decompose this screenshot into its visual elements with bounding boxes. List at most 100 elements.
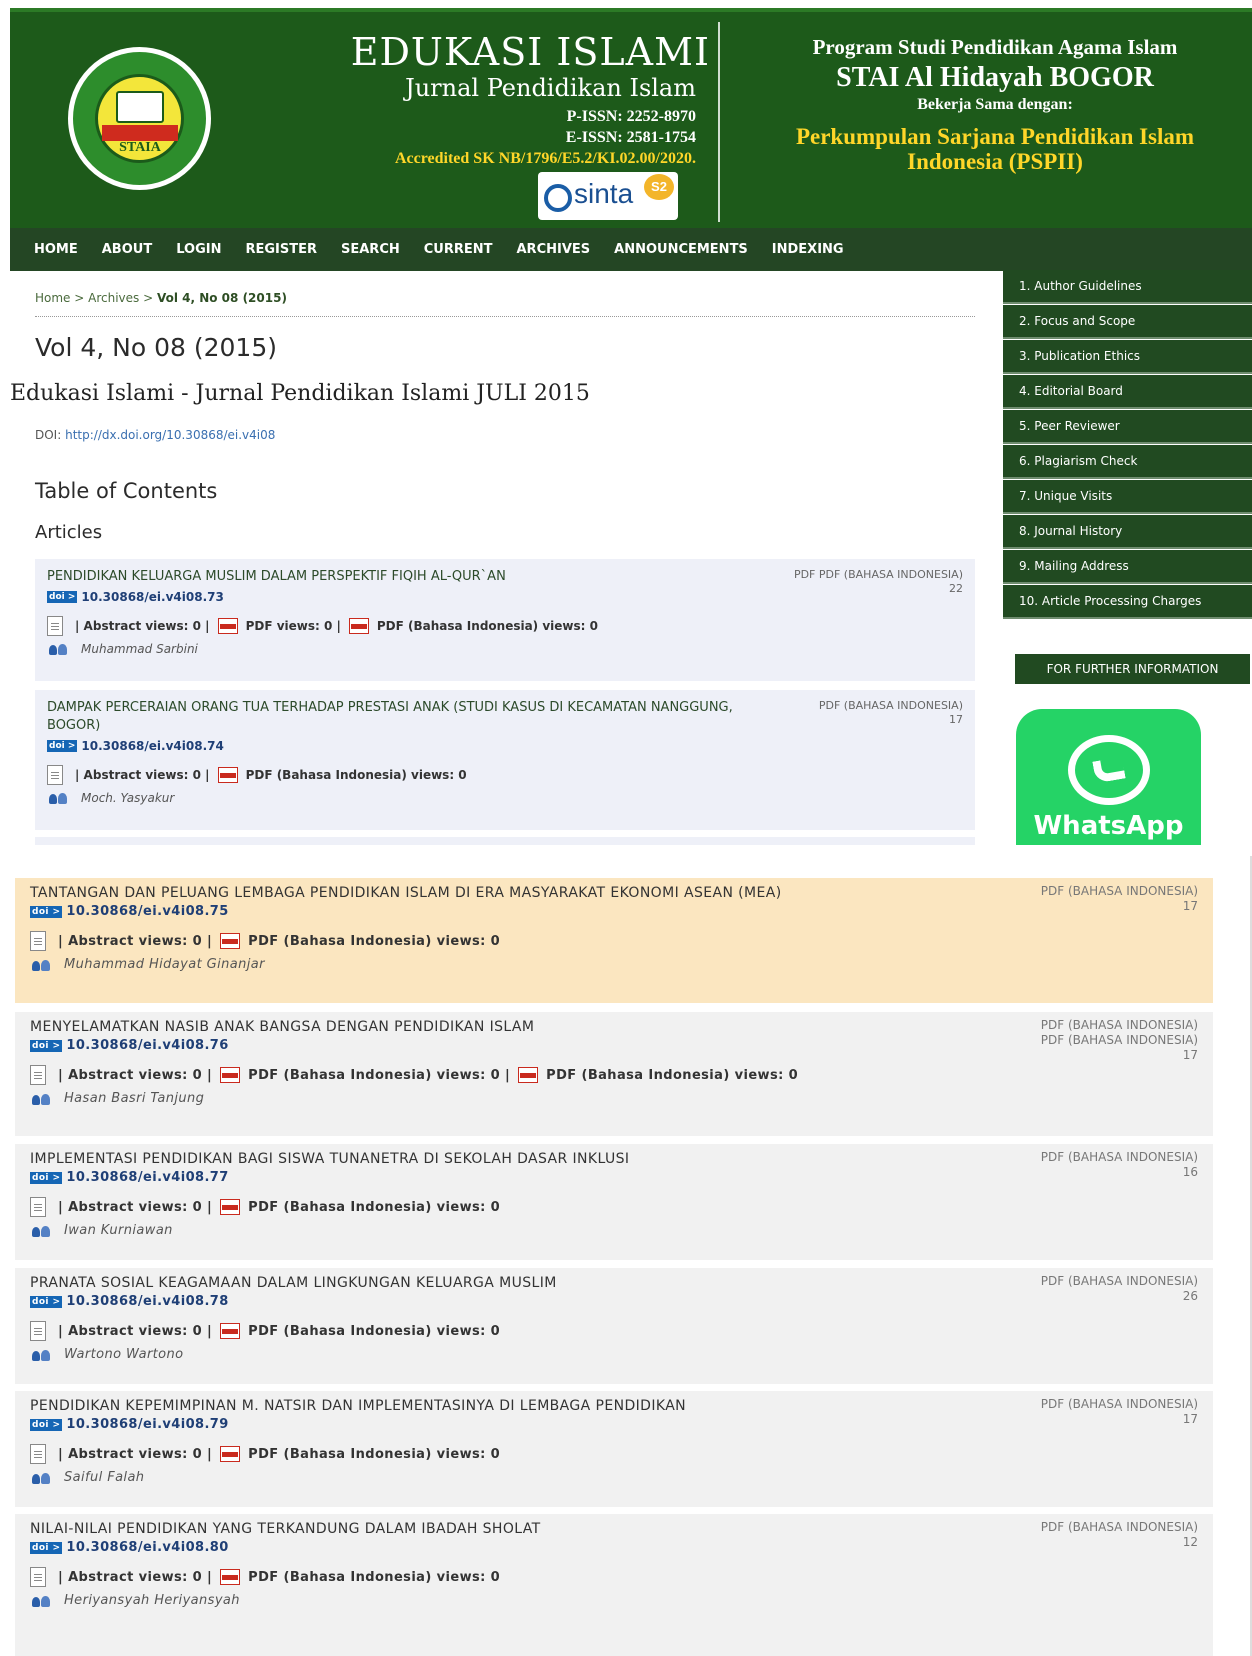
nav-archives[interactable]: ARCHIVES (517, 242, 591, 257)
abstract-icon[interactable] (30, 1197, 46, 1217)
pdf-icon[interactable] (217, 618, 238, 634)
abstract-views: | Abstract views: 0 | (75, 768, 210, 782)
article-doi-link[interactable]: 10.30868/ei.v4i08.79 (66, 1417, 228, 1432)
pdf-icon[interactable] (220, 1446, 241, 1462)
pdf-icon[interactable] (220, 933, 241, 949)
sidebar-item-apc[interactable]: 10. Article Processing Charges (1003, 585, 1252, 619)
author-name: Muhammad Hidayat Ginanjar (64, 957, 265, 972)
abstract-icon[interactable] (30, 1567, 46, 1587)
article-title[interactable]: DAMPAK PERCERAIAN ORANG TUA TERHADAP PRE… (47, 699, 747, 735)
abstract-views: | Abstract views: 0 | (58, 1569, 213, 1585)
nav-home[interactable]: HOME (34, 242, 78, 257)
whatsapp-button[interactable]: WhatsApp (1016, 709, 1201, 845)
galley-links[interactable]: PDF PDF (BAHASA INDONESIA) (763, 568, 963, 582)
author-name: Muhammad Sarbini (81, 642, 198, 656)
galley-links[interactable]: PDF (BAHASA INDONESIA) (968, 1274, 1198, 1289)
sidebar-item-peer-reviewer[interactable]: 5. Peer Reviewer (1003, 410, 1252, 444)
doi-link[interactable]: http://dx.doi.org/10.30868/ei.v4i08 (65, 428, 275, 442)
article-title[interactable]: PENDIDIKAN KELUARGA MUSLIM DALAM PERSPEK… (47, 568, 747, 586)
e-issn: E-ISSN: 2581-1754 (565, 129, 696, 146)
sidebar-item-focus-scope[interactable]: 2. Focus and Scope (1003, 305, 1252, 339)
article-pages: 17 (949, 713, 963, 726)
galley-links[interactable]: PDF (BAHASA INDONESIA) (968, 1520, 1198, 1535)
abstract-icon[interactable] (47, 765, 63, 785)
galley-link-1[interactable]: PDF (BAHASA INDONESIA) (968, 1018, 1198, 1033)
breadcrumb-home[interactable]: Home (35, 291, 70, 305)
pdf-icon[interactable] (220, 1323, 241, 1339)
author-icon (30, 1348, 52, 1362)
article-pages: 17 (1182, 899, 1198, 913)
pdf-icon[interactable] (518, 1067, 539, 1083)
nav-login[interactable]: LOGIN (176, 242, 221, 257)
breadcrumb-archives[interactable]: Archives (88, 291, 139, 305)
pdf-icon[interactable] (220, 1199, 241, 1215)
article-doi-link[interactable]: 10.30868/ei.v4i08.78 (66, 1294, 228, 1309)
article-doi-link[interactable]: 10.30868/ei.v4i08.77 (66, 1170, 228, 1185)
article-title[interactable]: PENDIDIKAN KEPEMIMPINAN M. NATSIR DAN IM… (30, 1397, 940, 1415)
article-title[interactable]: PRANATA SOSIAL KEAGAMAAN DALAM LINGKUNGA… (30, 1274, 940, 1292)
article-galleys: PDF (BAHASA INDONESIA) 17 (763, 699, 963, 727)
galley-links[interactable]: PDF (BAHASA INDONESIA) (968, 1397, 1198, 1412)
sinta-badge[interactable]: sinta S2 (538, 172, 678, 220)
sidebar-item-plagiarism-check[interactable]: 6. Plagiarism Check (1003, 445, 1252, 479)
whatsapp-label: WhatsApp (1033, 811, 1184, 841)
sidebar-item-unique-visits[interactable]: 7. Unique Visits (1003, 480, 1252, 514)
toc-title: Table of Contents (35, 479, 218, 503)
article-item: PENDIDIKAN KEPEMIMPINAN M. NATSIR DAN IM… (15, 1391, 1213, 1507)
sidebar-item-editorial-board[interactable]: 4. Editorial Board (1003, 375, 1252, 409)
sidebar-item-mailing-address[interactable]: 9. Mailing Address (1003, 550, 1252, 584)
article-title[interactable]: NILAI-NILAI PENDIDIKAN YANG TERKANDUNG D… (30, 1520, 940, 1538)
abstract-icon[interactable] (30, 1321, 46, 1341)
abstract-icon[interactable] (30, 1444, 46, 1464)
galley-links[interactable]: PDF (BAHASA INDONESIA) (968, 1150, 1198, 1165)
article-doi: doi > 10.30868/ei.v4i08.74 (47, 739, 963, 753)
header-divider (718, 22, 720, 222)
pdf-icon[interactable] (217, 767, 238, 783)
article-doi-link[interactable]: 10.30868/ei.v4i08.80 (66, 1540, 228, 1555)
sidebar-item-author-guidelines[interactable]: 1. Author Guidelines (1003, 270, 1252, 304)
galley-link-2[interactable]: PDF (BAHASA INDONESIA) (968, 1033, 1198, 1048)
main-nav: HOME ABOUT LOGIN REGISTER SEARCH CURRENT… (10, 228, 1252, 271)
pdf-icon[interactable] (220, 1067, 241, 1083)
sidebar-item-publication-ethics[interactable]: 3. Publication Ethics (1003, 340, 1252, 374)
nav-register[interactable]: REGISTER (245, 242, 317, 257)
article-title[interactable]: TANTANGAN DAN PELUANG LEMBAGA PENDIDIKAN… (30, 884, 940, 902)
article-doi-link[interactable]: 10.30868/ei.v4i08.73 (81, 590, 223, 604)
article-title[interactable]: MENYELAMATKAN NASIB ANAK BANGSA DENGAN P… (30, 1018, 940, 1036)
article-doi-link[interactable]: 10.30868/ei.v4i08.75 (66, 904, 228, 919)
doi-badge-icon: doi > (30, 905, 63, 918)
abstract-icon[interactable] (47, 616, 63, 636)
galley-links[interactable]: PDF (BAHASA INDONESIA) (763, 699, 963, 713)
nav-announcements[interactable]: ANNOUNCEMENTS (614, 242, 748, 257)
abstract-icon[interactable] (30, 1065, 46, 1085)
nav-search[interactable]: SEARCH (341, 242, 400, 257)
article-stats: | Abstract views: 0 | PDF (Bahasa Indone… (30, 1567, 890, 1587)
pdf-views: PDF views: 0 | (245, 619, 341, 633)
abstract-views: | Abstract views: 0 | (58, 1067, 213, 1083)
article-item: MENYELAMATKAN NASIB ANAK BANGSA DENGAN P… (15, 1012, 1213, 1136)
author-icon (30, 1092, 52, 1106)
article-doi-link[interactable]: 10.30868/ei.v4i08.74 (81, 739, 223, 753)
nav-about[interactable]: ABOUT (102, 242, 152, 257)
breadcrumb-current[interactable]: Vol 4, No 08 (2015) (157, 291, 287, 305)
article-galleys: PDF (BAHASA INDONESIA) 16 (968, 1150, 1198, 1180)
pdf-icon[interactable] (348, 618, 369, 634)
cooperation-label: Bekerja Sama dengan: (917, 96, 1073, 113)
article-stats: | Abstract views: 0 | PDF (Bahasa Indone… (30, 1197, 890, 1217)
article-title[interactable]: IMPLEMENTASI PENDIDIKAN BAGI SISWA TUNAN… (30, 1150, 940, 1168)
article-galleys: PDF (BAHASA INDONESIA) 17 (968, 884, 1198, 914)
sidebar-item-journal-history[interactable]: 8. Journal History (1003, 515, 1252, 549)
nav-current[interactable]: CURRENT (424, 242, 493, 257)
pdf-icon[interactable] (220, 1569, 241, 1585)
galley-links[interactable]: PDF (BAHASA INDONESIA) (968, 884, 1198, 899)
journal-page-top: STAIA EDUKASI ISLAMI Jurnal Pendidikan I… (0, 0, 1252, 845)
article-item: PENDIDIKAN KELUARGA MUSLIM DALAM PERSPEK… (35, 559, 975, 681)
nav-indexing[interactable]: INDEXING (772, 242, 844, 257)
accreditation: Accredited SK NB/1796/E5.2/KI.02.00/2020… (394, 150, 696, 167)
article-galleys: PDF (BAHASA INDONESIA) 12 (968, 1520, 1198, 1550)
article-doi-link[interactable]: 10.30868/ei.v4i08.76 (66, 1038, 228, 1053)
article-item: TANTANGAN DAN PELUANG LEMBAGA PENDIDIKAN… (15, 878, 1213, 1003)
abstract-views: | Abstract views: 0 | (58, 1446, 213, 1462)
abstract-icon[interactable] (30, 931, 46, 951)
author-name: Heriyansyah Heriyansyah (64, 1593, 240, 1608)
